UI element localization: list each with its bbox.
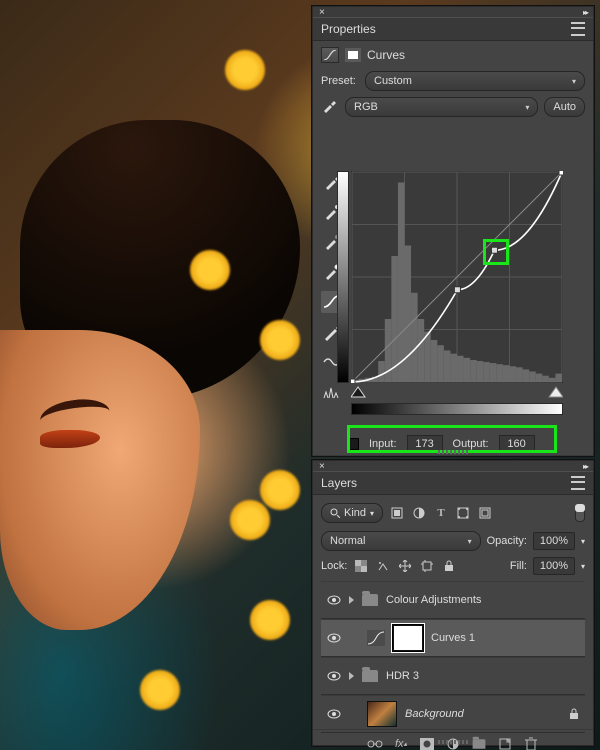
folder-icon	[362, 670, 378, 682]
fill-field[interactable]: 100%	[533, 557, 575, 575]
curves-graph[interactable]	[351, 171, 577, 427]
chevron-down-icon: ▾	[370, 509, 374, 518]
layer-thumb	[367, 701, 397, 727]
layer-name: HDR 3	[386, 670, 579, 682]
layer-group-hdr3[interactable]: HDR 3	[321, 657, 585, 695]
panel-grip[interactable]: × ▸▸	[313, 461, 593, 471]
curves-adjustment-icon	[321, 47, 339, 63]
disclosure-icon[interactable]	[349, 672, 354, 680]
output-field[interactable]: 160	[499, 435, 535, 453]
preset-label: Preset:	[321, 75, 359, 87]
lock-transparent-icon[interactable]	[353, 558, 369, 574]
mask-icon[interactable]	[345, 48, 361, 62]
lock-all-icon[interactable]	[441, 558, 457, 574]
mask-thumb[interactable]	[393, 625, 423, 651]
filter-pixel-icon[interactable]	[389, 505, 405, 521]
chevron-down-icon[interactable]: ▾	[581, 537, 585, 546]
curves-thumb-icon	[367, 630, 385, 646]
filter-toggle-switch[interactable]	[575, 504, 585, 522]
channel-value: RGB	[354, 101, 378, 113]
lock-image-icon[interactable]	[375, 558, 391, 574]
chevron-down-icon: ▾	[572, 77, 576, 86]
filter-type-icon[interactable]: T	[433, 505, 449, 521]
layers-panel: × ▸▸ Layers Kind ▾ T	[312, 460, 594, 746]
chevron-down-icon: ▾	[525, 103, 529, 112]
lock-position-icon[interactable]	[397, 558, 413, 574]
white-slider-icon[interactable]	[549, 387, 563, 397]
search-icon	[330, 508, 340, 518]
lock-artboard-icon[interactable]	[419, 558, 435, 574]
folder-icon	[362, 594, 378, 606]
preset-dropdown[interactable]: Custom ▾	[365, 71, 585, 91]
lock-icon	[569, 708, 579, 720]
new-group-icon[interactable]	[471, 736, 487, 750]
chevron-down-icon[interactable]: ▾	[581, 562, 585, 571]
link-layers-icon[interactable]	[367, 736, 383, 750]
layer-name: Curves 1	[431, 632, 579, 644]
filter-smart-icon[interactable]	[477, 505, 493, 521]
close-icon[interactable]: ×	[319, 7, 325, 18]
fx-icon[interactable]: fx▴	[393, 736, 409, 750]
opacity-field[interactable]: 100%	[533, 532, 575, 550]
histogram-options-icon[interactable]	[321, 381, 343, 403]
layer-name: Background	[405, 708, 561, 720]
collapse-icon[interactable]: ▸▸	[583, 462, 587, 471]
visibility-icon[interactable]	[327, 595, 341, 605]
properties-panel: × ▸▸ Properties Curves Preset: Custom ▾	[312, 6, 594, 456]
finger-point-icon[interactable]	[321, 100, 339, 114]
filter-kind-dropdown[interactable]: Kind ▾	[321, 503, 383, 523]
disclosure-icon[interactable]	[349, 596, 354, 604]
panel-title: Layers	[321, 476, 357, 490]
output-gradient	[337, 171, 349, 383]
layer-group-colour-adjustments[interactable]: Colour Adjustments	[321, 581, 585, 619]
panel-title: Properties	[321, 22, 376, 36]
lock-label: Lock:	[321, 560, 347, 572]
layer-name: Colour Adjustments	[386, 594, 579, 606]
filter-adjustment-icon[interactable]	[411, 505, 427, 521]
panel-menu-icon[interactable]	[571, 476, 585, 490]
panel-grip[interactable]: × ▸▸	[313, 7, 593, 17]
black-slider-icon[interactable]	[351, 387, 365, 397]
filter-shape-icon[interactable]	[455, 505, 471, 521]
input-label: Input:	[369, 438, 397, 450]
input-gradient	[351, 403, 563, 415]
adjustment-name: Curves	[367, 48, 405, 62]
panel-menu-icon[interactable]	[571, 22, 585, 36]
opacity-label: Opacity:	[487, 535, 527, 547]
layer-curves-1[interactable]: Curves 1	[321, 619, 585, 657]
visibility-icon[interactable]	[327, 709, 341, 719]
fill-label: Fill:	[510, 560, 527, 572]
trash-icon[interactable]	[523, 736, 539, 750]
auto-button[interactable]: Auto	[544, 97, 585, 117]
collapse-icon[interactable]: ▸▸	[583, 8, 587, 17]
close-icon[interactable]: ×	[319, 461, 325, 472]
visibility-icon[interactable]	[327, 633, 341, 643]
channel-dropdown[interactable]: RGB ▾	[345, 97, 538, 117]
channel-swatch	[347, 438, 359, 450]
visibility-icon[interactable]	[327, 671, 341, 681]
new-layer-icon[interactable]	[497, 736, 513, 750]
blend-mode-dropdown[interactable]: Normal▾	[321, 531, 481, 551]
layer-background[interactable]: Background	[321, 695, 585, 733]
preset-value: Custom	[374, 75, 412, 87]
add-mask-icon[interactable]	[419, 736, 435, 750]
output-label: Output:	[453, 438, 489, 450]
